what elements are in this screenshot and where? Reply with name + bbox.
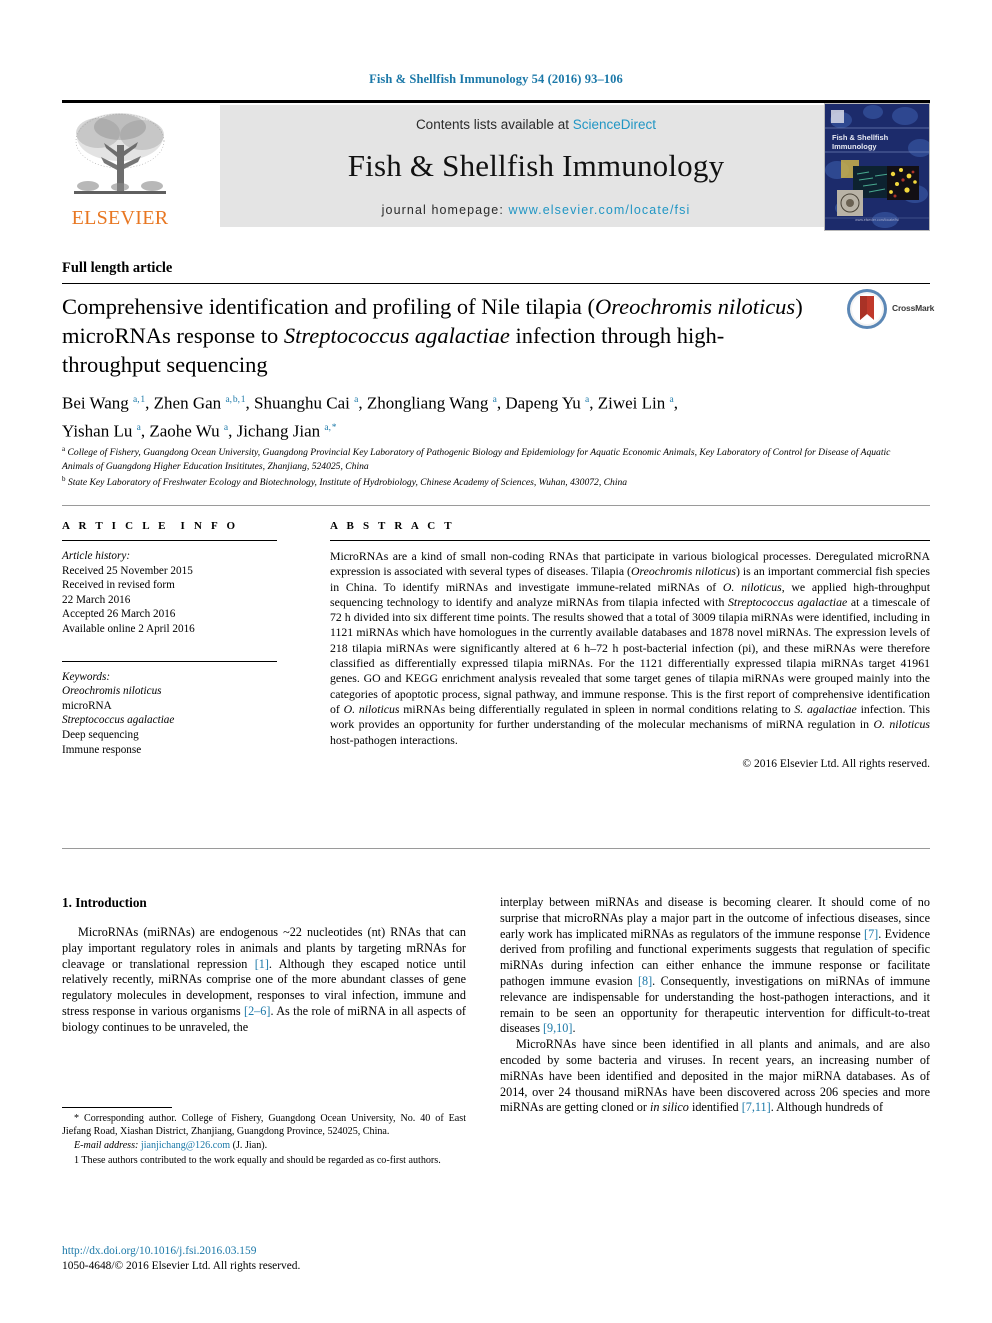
footnote-rule [62,1107,172,1108]
email-label: E-mail address: [74,1140,139,1152]
citation-ref[interactable]: [2–6] [244,1004,270,1018]
contents-prefix: Contents lists available at [415,117,573,132]
homepage-prefix: journal homepage: [381,203,509,217]
paragraph: MicroRNAs (miRNAs) are endogenous ~22 nu… [62,925,467,1034]
journal-homepage-line: journal homepage: www.elsevier.com/locat… [220,203,852,217]
sciencedirect-link[interactable]: ScienceDirect [573,117,656,132]
abstract-column: A B S T R A C T MicroRNAs are a kind of … [330,520,930,770]
abstract-band-top-rule [62,505,930,506]
history-label: Article history: [62,550,131,562]
citation-ref[interactable]: [1] [255,957,269,971]
keyword-item: Streptococcus agalactiae [62,714,175,727]
title-species-3: Streptococcus agalactiae [283,323,510,348]
author-affil-marker: a [136,422,141,433]
masthead-center-panel: Contents lists available at ScienceDirec… [220,105,852,227]
body-column-left: 1. Introduction MicroRNAs (miRNAs) are e… [62,895,466,1036]
crossmark-label: CrossMark [892,303,935,313]
abstract-band-bottom-rule [62,848,930,849]
journal-cover-thumbnail: Fish & Shellfish Immunology www.elsevier.… [824,103,930,231]
article-info-heading: A R T I C L E I N F O [62,520,239,532]
journal-title: Fish & Shellfish Immunology [347,148,725,183]
affiliations: a College of Fishery, Guangdong Ocean Un… [62,443,892,490]
affiliation-b: b State Key Laboratory of Freshwater Eco… [62,473,892,490]
journal-masthead: ELSEVIER Contents lists available at Sci… [62,100,930,232]
title-species-2: niloticus [717,294,796,319]
elsevier-wordmark: ELSEVIER [71,207,169,229]
contents-line: Contents lists available at ScienceDirec… [220,117,852,132]
citation-ref[interactable]: [7,11] [742,1100,771,1114]
history-item: Available online 2 April 2016 [62,622,195,635]
article-type-label: Full length article [62,260,173,276]
author-list: Bei Wang a, 1, Zhen Gan a, b, 1, Shuangh… [62,393,678,441]
history-item: 22 March 2016 [62,593,131,606]
masthead-top-rule [62,100,930,103]
keywords-group: Keywords: Oreochromis niloticus microRNA… [62,660,277,758]
title-species-1: Oreochromis [594,294,713,319]
article-type-rule [62,283,930,284]
affiliation-a-text: College of Fishery, Guangdong Ocean Univ… [62,447,891,472]
running-head: Fish & Shellfish Immunology 54 (2016) 93… [369,72,623,86]
abstract-heading: A B S T R A C T [330,520,455,532]
author-affil-marker: a [669,395,674,405]
article-info-column: A R T I C L E I N F O Article history: R… [62,520,277,757]
cover-journal-title: Fish & Shellfish Immunology [832,133,889,151]
doi-link[interactable]: http://dx.doi.org/10.1016/j.fsi.2016.03.… [62,1244,492,1259]
corresponding-marker: a, * [324,422,337,433]
affil-marker-b: b [62,475,66,484]
keywords-label: Keywords: [62,670,111,683]
issn-copyright-line: 1050-4648/© 2016 Elsevier Ltd. All right… [62,1260,301,1272]
history-item: Accepted 26 March 2016 [62,608,176,621]
page-title: Comprehensive identification and profili… [62,292,822,379]
author-affil-marker: a [354,395,359,405]
body-column-right: interplay between miRNAs and disease is … [500,895,930,1116]
abstract-rule [330,540,930,541]
article-history: Article history: Received 25 November 20… [62,549,277,637]
footnote-equal-contribution: 1 These authors contributed to the work … [74,1154,441,1166]
paper-page: Fish & Shellfish Immunology 54 (2016) 93… [0,0,992,1323]
affil-marker-a: a [62,445,66,453]
keyword-item: microRNA [62,699,112,712]
journal-cover-art [825,104,929,230]
abstract-copyright: © 2016 Elsevier Ltd. All rights reserved… [742,757,930,770]
title-part-3: infection [509,323,596,348]
cover-footer-url: www.elsevier.com/locate/fsi [855,218,899,222]
crossmark-badge[interactable]: CrossMark [846,288,942,332]
footnote-email: E-mail address: jianjichang@126.com (J. … [62,1139,466,1152]
elsevier-logo: ELSEVIER [62,105,178,232]
author-affil-marker: a [585,395,590,405]
doi-block: http://dx.doi.org/10.1016/j.fsi.2016.03.… [62,1244,492,1274]
crossmark-icon [847,289,887,329]
title-block: Comprehensive identification and profili… [62,292,822,379]
footnotes: * Corresponding author. College of Fishe… [62,1112,466,1168]
paragraph: interplay between miRNAs and disease is … [500,895,930,1036]
email-link[interactable]: jianjichang@126.com [141,1140,230,1151]
keyword-item: Oreochromis niloticus [62,685,162,698]
keyword-item: Immune response [62,743,142,756]
author-affil-marker: a [223,422,229,433]
author-affil-marker: a [492,395,497,405]
footnote-corresponding-author: * Corresponding author. College of Fishe… [62,1113,466,1138]
paragraph: MicroRNAs have since been identified in … [500,1037,930,1115]
author-affil-marker: a, 1 [133,395,146,405]
citation-ref[interactable]: [9,10] [543,1021,572,1035]
citation-ref[interactable]: [8] [638,974,652,988]
article-info-rule [62,540,277,541]
keyword-item: Deep sequencing [62,728,139,741]
section-heading-introduction: 1. Introduction [62,895,147,910]
history-item: Received in revised form [62,579,175,592]
affiliation-b-text: State Key Laboratory of Freshwater Ecolo… [67,477,628,489]
elsevier-tree-icon [74,113,166,194]
author-affil-marker: a, b, 1 [225,395,246,405]
abstract-body: MicroRNAs are a kind of small non-coding… [330,549,930,747]
keywords-rule [62,660,277,662]
keywords-list: Keywords: Oreochromis niloticus microRNA… [62,670,277,758]
email-suffix: (J. Jian). [232,1140,268,1152]
affiliation-a: a College of Fishery, Guangdong Ocean Un… [62,443,892,473]
title-part-1: Comprehensive identification and profili… [62,294,595,319]
citation-ref[interactable]: [7] [864,927,878,941]
history-item: Received 25 November 2015 [62,564,193,577]
journal-homepage-link[interactable]: www.elsevier.com/locate/fsi [508,203,690,217]
